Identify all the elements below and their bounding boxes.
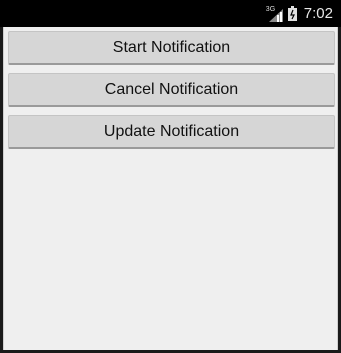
battery-icon [287,6,297,21]
signal-icon: 3G [266,6,284,22]
status-time: 7:02 [303,5,333,22]
status-icons: 3G 7:02 [266,0,333,27]
device-frame: 3G 7:02 Start Notification Cancel Notifi… [0,0,341,353]
app-content: Start Notification Cancel Notification U… [3,27,338,350]
update-notification-button[interactable]: Update Notification [8,115,335,149]
cancel-notification-button[interactable]: Cancel Notification [8,73,335,107]
start-notification-button[interactable]: Start Notification [8,31,335,65]
status-bar: 3G 7:02 [0,0,341,27]
